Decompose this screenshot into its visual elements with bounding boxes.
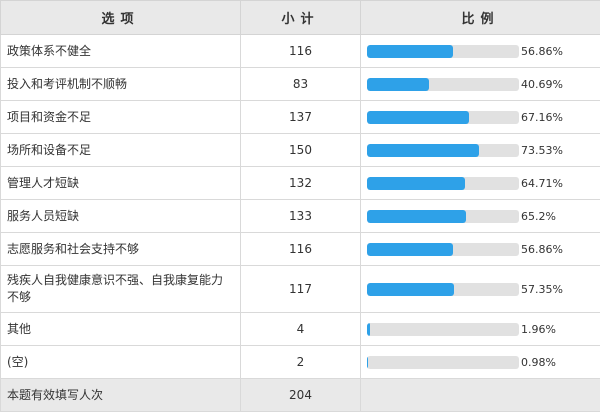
option-count: 132	[240, 166, 361, 200]
summary-empty-cell	[360, 378, 600, 412]
progress-bar	[367, 282, 519, 296]
ratio-cell: 1.96%	[360, 312, 600, 346]
option-count: 133	[240, 199, 361, 233]
option-label: 志愿服务和社会支持不够	[0, 232, 241, 266]
progress-bar	[367, 322, 519, 336]
percent-label: 0.98%	[521, 355, 556, 369]
summary-row: 本题有效填写人次 204	[0, 378, 600, 412]
progress-bar	[367, 110, 519, 124]
table-row: 其他 4 1.96%	[0, 312, 600, 346]
table-header-row: 选项 小计 比例	[0, 0, 600, 35]
progress-bar	[367, 77, 519, 91]
table-row: 场所和设备不足 150 73.53%	[0, 133, 600, 167]
percent-label: 56.86%	[521, 44, 563, 58]
table-row: 管理人才短缺 132 64.71%	[0, 166, 600, 200]
option-count: 117	[240, 265, 361, 313]
option-count: 2	[240, 345, 361, 379]
ratio-cell: 40.69%	[360, 67, 600, 101]
progress-bar-fill	[367, 242, 454, 256]
progress-bar-fill	[367, 176, 466, 190]
survey-results-table: 选项 小计 比例 政策体系不健全 116 56.86% 投入和考评机制不顺畅 8…	[0, 0, 600, 412]
ratio-cell: 0.98%	[360, 345, 600, 379]
progress-bar-fill	[367, 282, 455, 296]
percent-label: 67.16%	[521, 110, 563, 124]
option-count: 150	[240, 133, 361, 167]
percent-label: 73.53%	[521, 143, 563, 157]
summary-count: 204	[240, 378, 361, 412]
progress-bar-fill	[367, 355, 369, 369]
progress-bar	[367, 209, 519, 223]
progress-bar-fill	[367, 143, 479, 157]
percent-label: 1.96%	[521, 322, 556, 336]
progress-bar	[367, 143, 519, 157]
option-label: 服务人员短缺	[0, 199, 241, 233]
option-label: 其他	[0, 312, 241, 346]
progress-bar	[367, 242, 519, 256]
progress-bar-fill	[367, 77, 429, 91]
option-count: 4	[240, 312, 361, 346]
option-count: 116	[240, 34, 361, 68]
table-row: (空) 2 0.98%	[0, 345, 600, 379]
ratio-cell: 56.86%	[360, 232, 600, 266]
progress-bar-fill	[367, 44, 454, 58]
ratio-cell: 65.2%	[360, 199, 600, 233]
ratio-cell: 64.71%	[360, 166, 600, 200]
header-count: 小计	[240, 0, 361, 35]
table-row: 投入和考评机制不顺畅 83 40.69%	[0, 67, 600, 101]
percent-label: 40.69%	[521, 77, 563, 91]
progress-bar	[367, 355, 519, 369]
option-count: 83	[240, 67, 361, 101]
progress-bar	[367, 176, 519, 190]
option-count: 137	[240, 100, 361, 134]
header-option: 选项	[0, 0, 241, 35]
option-label: (空)	[0, 345, 241, 379]
table-row: 政策体系不健全 116 56.86%	[0, 34, 600, 68]
option-label: 残疾人自我健康意识不强、自我康复能力不够	[0, 265, 241, 313]
progress-bar-fill	[367, 110, 470, 124]
progress-bar	[367, 44, 519, 58]
ratio-cell: 73.53%	[360, 133, 600, 167]
option-label: 投入和考评机制不顺畅	[0, 67, 241, 101]
ratio-cell: 56.86%	[360, 34, 600, 68]
percent-label: 65.2%	[521, 209, 556, 223]
progress-bar-fill	[367, 322, 370, 336]
header-ratio: 比例	[360, 0, 600, 35]
ratio-cell: 57.35%	[360, 265, 600, 313]
option-label: 场所和设备不足	[0, 133, 241, 167]
option-count: 116	[240, 232, 361, 266]
table-row: 服务人员短缺 133 65.2%	[0, 199, 600, 233]
table-row: 志愿服务和社会支持不够 116 56.86%	[0, 232, 600, 266]
table-row: 项目和资金不足 137 67.16%	[0, 100, 600, 134]
percent-label: 57.35%	[521, 282, 563, 296]
table-row: 残疾人自我健康意识不强、自我康复能力不够 117 57.35%	[0, 265, 600, 313]
percent-label: 64.71%	[521, 176, 563, 190]
ratio-cell: 67.16%	[360, 100, 600, 134]
summary-label: 本题有效填写人次	[0, 378, 241, 412]
progress-bar-fill	[367, 209, 467, 223]
option-label: 项目和资金不足	[0, 100, 241, 134]
option-label: 管理人才短缺	[0, 166, 241, 200]
option-label: 政策体系不健全	[0, 34, 241, 68]
percent-label: 56.86%	[521, 242, 563, 256]
